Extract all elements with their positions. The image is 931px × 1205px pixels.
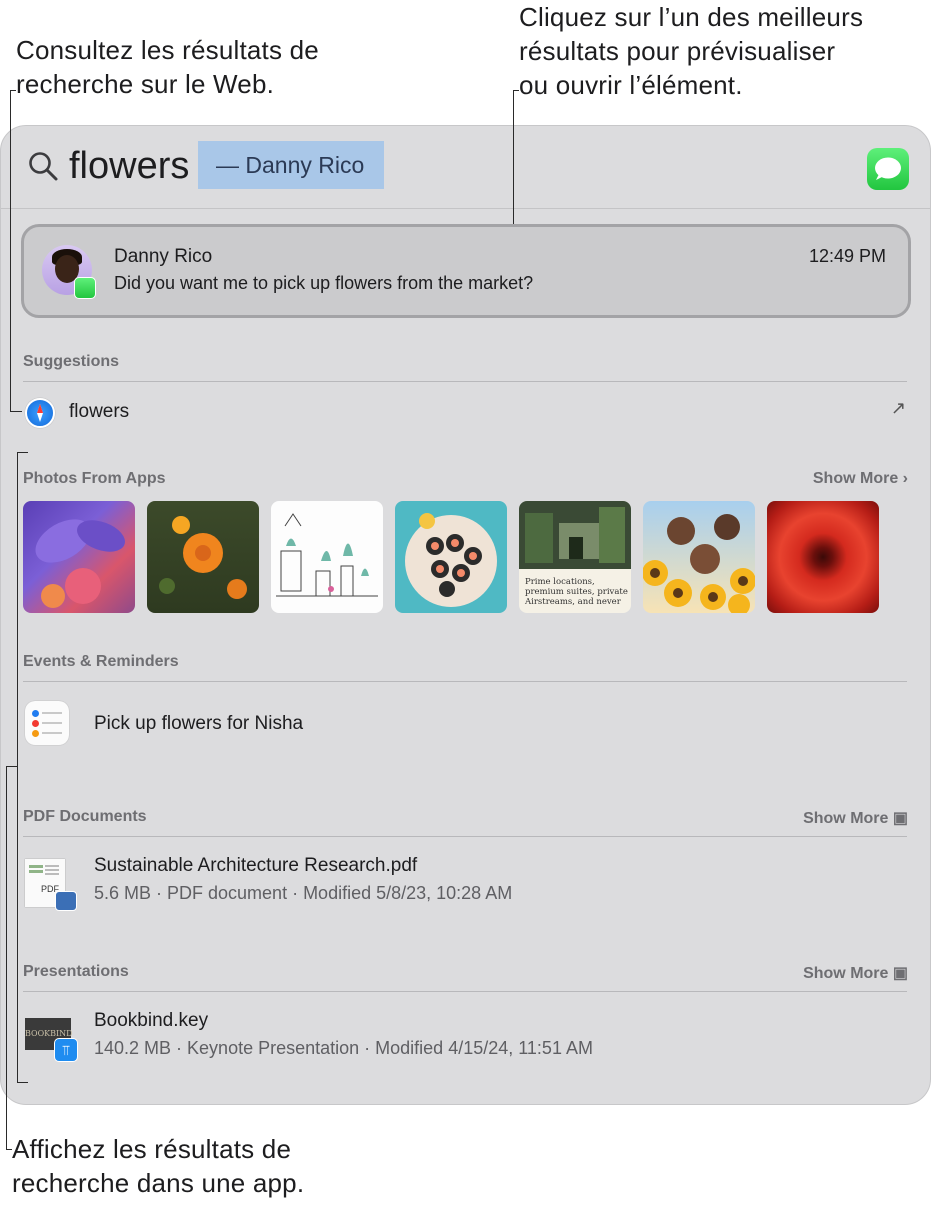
avatar xyxy=(42,245,96,299)
article-text: Prime locations, premium suites, private… xyxy=(525,577,628,607)
section-header-photos: Photos From Apps xyxy=(23,470,166,487)
top-hit-name: Danny Rico xyxy=(114,246,213,267)
callout-web-line-1: Consultez les résultats de xyxy=(16,35,319,65)
callout-app-line-1: Affichez les résultats de xyxy=(12,1134,292,1164)
section-header-events: Events & Reminders xyxy=(23,653,179,670)
reminders-icon xyxy=(25,701,69,745)
leader-line-web xyxy=(10,90,11,412)
callout-app-line-2: recherche dans une app. xyxy=(12,1168,305,1198)
keynote-document-icon: BOOKBIND ⫪ xyxy=(25,1014,78,1062)
leader-line-app-vert xyxy=(6,766,7,1150)
divider xyxy=(23,991,907,992)
presentation-meta: 140.2 MB · Keynote Presentation · Modifi… xyxy=(94,1038,593,1058)
photo-thumb-article[interactable]: Prime locations, premium suites, private… xyxy=(519,501,631,613)
leader-line-top-hit xyxy=(513,90,514,224)
presentation-title[interactable]: Bookbind.key xyxy=(94,1010,208,1032)
photo-thumb-marigold[interactable] xyxy=(147,501,259,613)
divider xyxy=(23,681,907,682)
bracket-app-results xyxy=(17,452,18,1083)
open-external-icon[interactable]: ↗ xyxy=(891,398,906,419)
photo-thumb-iris[interactable] xyxy=(23,501,135,613)
search-bar[interactable]: flowers — Danny Rico xyxy=(1,126,930,209)
photo-thumb-sushi[interactable] xyxy=(395,501,507,613)
callout-web-line-2: recherche sur le Web. xyxy=(16,69,275,99)
safari-icon xyxy=(25,398,55,428)
callout-web-results: Consultez les résultats de recherche sur… xyxy=(16,33,319,101)
section-header-pdfs: PDF Documents xyxy=(23,808,147,825)
photo-thumb-plant-sketch[interactable] xyxy=(271,501,383,613)
search-completion: — Danny Rico xyxy=(198,141,384,189)
search-query[interactable]: flowers xyxy=(69,142,189,190)
pdf-document-icon: PDF xyxy=(25,859,77,911)
chevron-right-icon: › xyxy=(902,470,908,487)
leader-line-top-hit-cap xyxy=(513,90,519,91)
photo-thumb-red-gerbera[interactable] xyxy=(767,501,879,613)
callout-top-line-2: résultats pour prévisualiser xyxy=(519,36,836,66)
callout-top-line-1: Cliquez sur l’un des meilleurs xyxy=(519,2,864,32)
photos-show-more-button[interactable]: Show More › xyxy=(813,470,908,488)
top-hit-message[interactable]: Danny Rico Did you want me to pick up fl… xyxy=(21,224,911,318)
search-icon xyxy=(29,152,58,181)
photo-thumb-sunflower-friends[interactable] xyxy=(643,501,755,613)
divider xyxy=(23,381,907,382)
suggestion-item-flowers[interactable]: flowers xyxy=(69,401,129,423)
pdf-meta: 5.6 MB · PDF document · Modified 5/8/23,… xyxy=(94,883,513,903)
leader-line-web-tick xyxy=(10,411,22,412)
callout-top-hit: Cliquez sur l’un des meilleurs résultats… xyxy=(519,0,863,102)
pdf-title[interactable]: Sustainable Architecture Research.pdf xyxy=(94,855,417,877)
divider xyxy=(23,836,907,837)
messages-badge-icon xyxy=(74,277,96,299)
messages-icon[interactable] xyxy=(867,148,909,190)
top-hit-time: 12:49 PM xyxy=(808,246,886,266)
bracket-bottom-tick xyxy=(17,1082,28,1083)
section-header-presentations: Presentations xyxy=(23,963,129,980)
callout-top-line-3: ou ouvrir l’élément. xyxy=(519,70,743,100)
section-header-suggestions: Suggestions xyxy=(23,353,120,370)
leader-line-web-top xyxy=(10,90,16,91)
spotlight-panel: flowers — Danny Rico Danny Rico Did you … xyxy=(0,125,931,1105)
leader-line-app-cap xyxy=(6,1149,12,1150)
reminder-item[interactable]: Pick up flowers for Nisha xyxy=(94,713,303,735)
keynote-badge-icon: ⫪ xyxy=(54,1038,78,1062)
open-in-app-icon: ▣ xyxy=(892,810,908,827)
preview-badge-icon xyxy=(55,891,77,911)
presentations-show-more-button[interactable]: Show More ▣ xyxy=(803,963,908,983)
callout-in-app: Affichez les résultats de recherche dans… xyxy=(12,1132,304,1200)
bracket-top-tick xyxy=(17,452,28,453)
open-in-app-icon: ▣ xyxy=(892,965,908,982)
top-hit-message-text: Did you want me to pick up flowers from … xyxy=(114,273,534,293)
leader-line-app xyxy=(6,766,17,767)
pdfs-show-more-button[interactable]: Show More ▣ xyxy=(803,808,908,828)
